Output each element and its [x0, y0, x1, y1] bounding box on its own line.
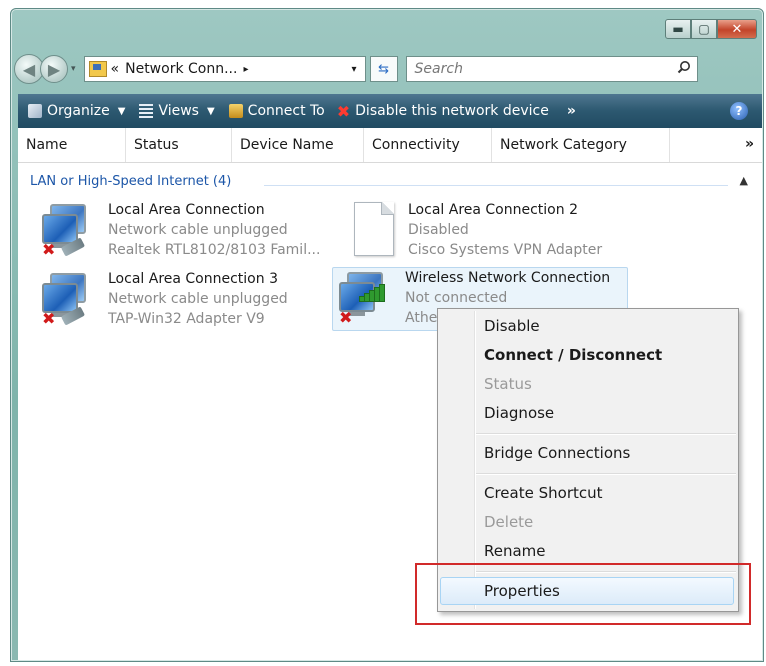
- wired-network-disconnected-icon: ✖: [40, 271, 100, 328]
- connect-to-button[interactable]: Connect To: [228, 103, 325, 119]
- views-caret-icon: ▼: [206, 105, 215, 117]
- connection-item[interactable]: ✖ Local Area Connection 3 Network cable …: [36, 269, 332, 333]
- menu-item-rename[interactable]: Rename: [484, 537, 546, 565]
- connection-device: Cisco Systems VPN Adapter: [408, 242, 603, 258]
- address-dropdown-icon[interactable]: ▾: [352, 64, 357, 75]
- connection-status: Network cable unplugged: [108, 222, 288, 238]
- organize-caret-icon: ▼: [117, 105, 126, 117]
- network-folder-icon: [88, 61, 107, 77]
- connection-device: TAP-Win32 Adapter V9: [108, 311, 265, 327]
- close-button[interactable]: ✕: [717, 19, 757, 39]
- connection-name: Wireless Network Connection: [405, 270, 611, 286]
- views-label: Views: [158, 103, 199, 119]
- connection-status: Not connected: [405, 290, 508, 306]
- annotation-highlight-box: [415, 563, 751, 625]
- column-header-name[interactable]: Name: [18, 128, 126, 162]
- group-header[interactable]: LAN or High-Speed Internet (4): [30, 174, 231, 189]
- organize-label: Organize: [47, 103, 110, 119]
- connection-item[interactable]: ✖ Local Area Connection Network cable un…: [36, 200, 332, 264]
- views-icon: [139, 104, 154, 118]
- organize-menu[interactable]: Organize ▼: [28, 103, 125, 119]
- group-divider: [264, 185, 728, 186]
- menu-item-create-shortcut[interactable]: Create Shortcut: [484, 479, 603, 507]
- command-bar: Organize ▼ Views ▼ Connect To ✖ Disable …: [18, 94, 762, 128]
- title-bar: ▬ ▢ ✕: [11, 9, 763, 49]
- address-location[interactable]: Network Conn...: [125, 61, 237, 77]
- forward-arrow-icon: ▶: [47, 59, 61, 79]
- wired-network-disconnected-icon: ✖: [40, 202, 100, 259]
- forward-button[interactable]: ▶: [40, 55, 68, 83]
- address-bar[interactable]: « Network Conn... ▸ ▾: [83, 56, 366, 82]
- views-menu[interactable]: Views ▼: [139, 103, 215, 119]
- wireless-network-disconnected-icon: ✖: [337, 270, 397, 327]
- disabled-adapter-document-icon: [340, 202, 400, 258]
- menu-item-disable[interactable]: Disable: [484, 312, 540, 340]
- window-controls: ▬ ▢ ✕: [665, 19, 757, 39]
- column-header-connectivity[interactable]: Connectivity: [364, 128, 492, 162]
- organize-icon: [28, 104, 42, 118]
- column-header-status[interactable]: Status: [126, 128, 232, 162]
- menu-separator: [476, 433, 736, 435]
- maximize-button[interactable]: ▢: [691, 19, 717, 39]
- search-placeholder: Search: [414, 61, 463, 77]
- address-row: ◀ ▶ ▾ « Network Conn... ▸ ▾ ⇆ Search: [14, 52, 754, 86]
- red-x-icon: ✖: [336, 101, 351, 121]
- column-header-network-category[interactable]: Network Category: [492, 128, 670, 162]
- address-prefix[interactable]: «: [111, 61, 120, 77]
- disable-device-label: Disable this network device: [355, 103, 549, 119]
- connect-to-icon: [228, 104, 243, 118]
- connection-status: Disabled: [408, 222, 469, 238]
- minimize-button[interactable]: ▬: [665, 19, 691, 39]
- column-headers: Name Status Device Name Connectivity Net…: [18, 128, 762, 163]
- menu-separator: [476, 473, 736, 475]
- connection-device: Realtek RTL8102/8103 Famil...: [108, 242, 321, 258]
- connection-name: Local Area Connection: [108, 202, 265, 218]
- connection-item[interactable]: Local Area Connection 2 Disabled Cisco S…: [336, 200, 632, 264]
- connection-name: Local Area Connection 2: [408, 202, 578, 218]
- connection-status: Network cable unplugged: [108, 291, 288, 307]
- menu-item-bridge-connections[interactable]: Bridge Connections: [484, 439, 630, 467]
- menu-item-status: Status: [484, 375, 532, 393]
- search-icon[interactable]: [677, 60, 691, 78]
- recent-pages-dropdown[interactable]: ▾: [71, 64, 76, 74]
- refresh-button[interactable]: ⇆: [369, 56, 398, 82]
- search-box[interactable]: Search: [405, 56, 698, 82]
- more-columns-icon[interactable]: »: [745, 136, 754, 152]
- menu-item-diagnose[interactable]: Diagnose: [484, 399, 554, 427]
- collapse-group-icon[interactable]: ▲: [740, 174, 748, 187]
- breadcrumb-arrow-icon[interactable]: ▸: [243, 64, 248, 75]
- toolbar-overflow-button[interactable]: »: [567, 103, 576, 119]
- back-arrow-icon: ◀: [22, 59, 36, 79]
- disable-device-button[interactable]: ✖ Disable this network device »: [337, 102, 576, 121]
- refresh-icon: ⇆: [378, 61, 389, 77]
- menu-item-delete: Delete: [484, 513, 534, 531]
- connection-name: Local Area Connection 3: [108, 271, 278, 287]
- connect-to-label: Connect To: [247, 103, 325, 119]
- menu-item-connect-disconnect[interactable]: Connect / Disconnect: [484, 341, 662, 369]
- column-header-device-name[interactable]: Device Name: [232, 128, 364, 162]
- help-icon[interactable]: ?: [730, 102, 748, 120]
